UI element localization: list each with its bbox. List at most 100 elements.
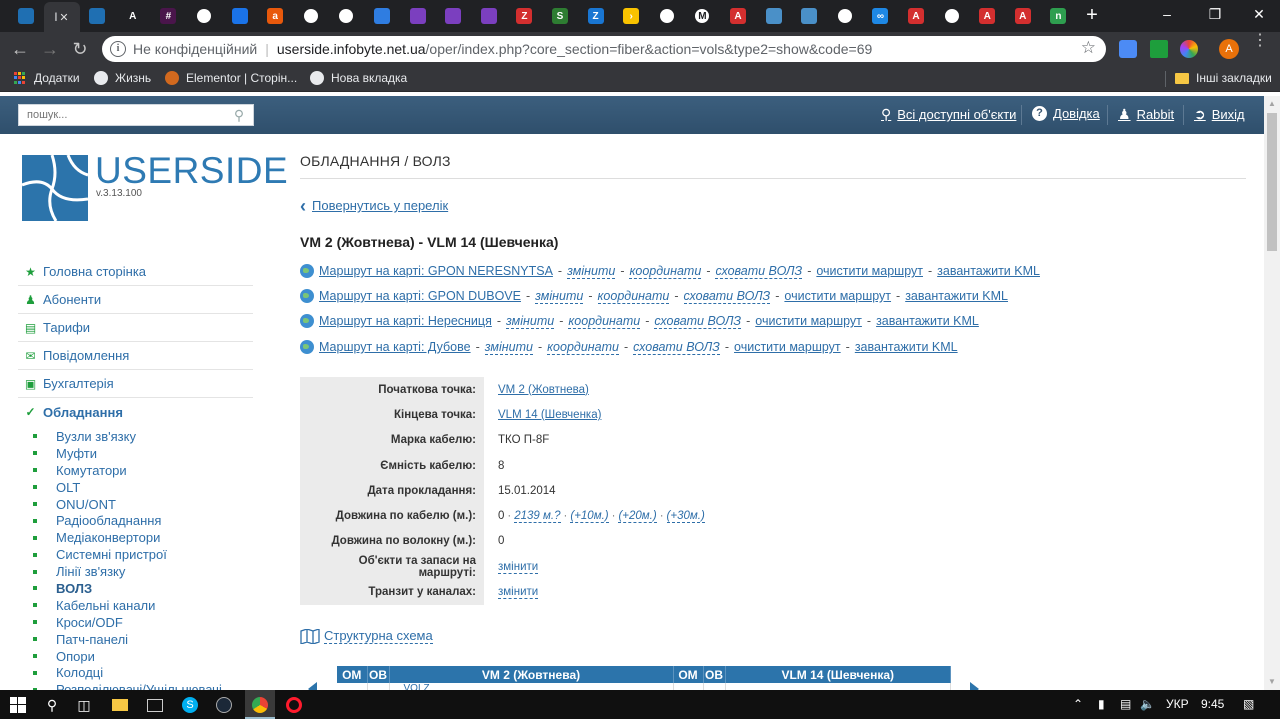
map-route-link[interactable]: Маршрут на карті: Дубове: [319, 340, 471, 354]
browser-tab[interactable]: [366, 3, 398, 29]
bookmark-new-tab[interactable]: Нова вкладка: [310, 71, 407, 85]
translate-extension-icon[interactable]: [1119, 40, 1137, 58]
plus20-link[interactable]: (+20м.): [618, 510, 657, 524]
sidebar-item-tariffs[interactable]: ▤ Тарифи: [18, 314, 253, 342]
coordinates-link[interactable]: координати: [597, 289, 670, 304]
terminal-icon[interactable]: [145, 695, 165, 715]
close-tab-icon[interactable]: ✕: [59, 11, 68, 24]
start-point-link[interactable]: VM 2 (Жовтнева): [498, 384, 589, 396]
logout-link[interactable]: ➲ Вихід: [1194, 106, 1245, 123]
download-kml-link[interactable]: завантажити KML: [905, 289, 1008, 303]
back-to-list-link[interactable]: ‹ Повернутись у перелік: [300, 197, 448, 215]
plus10-link[interactable]: (+10м.): [570, 510, 609, 524]
subnav-item[interactable]: Патч-панелі: [32, 631, 252, 648]
clear-route-link[interactable]: очистити маршрут: [734, 340, 841, 354]
new-tab-button[interactable]: +: [1082, 4, 1102, 28]
browser-tab[interactable]: A: [117, 3, 149, 29]
browser-tab[interactable]: [295, 3, 327, 29]
browser-tab[interactable]: [473, 3, 505, 29]
browser-tab[interactable]: [188, 3, 220, 29]
change-route-link[interactable]: змінити: [535, 289, 584, 304]
browser-tab[interactable]: A: [900, 3, 932, 29]
subnav-item[interactable]: Вузли зв'язку: [32, 428, 252, 445]
subnav-item[interactable]: OLT: [32, 479, 252, 496]
help-link[interactable]: ? Довідка: [1032, 106, 1100, 121]
browser-tab[interactable]: l ✕: [43, 2, 80, 32]
sidebar-item-equipment[interactable]: ✓ Обладнання: [18, 398, 253, 426]
search-input[interactable]: [19, 109, 227, 121]
sidebar-item-messages[interactable]: ✉ Повідомлення: [18, 342, 253, 370]
download-kml-link[interactable]: завантажити KML: [937, 264, 1040, 278]
reload-button[interactable]: ↻: [68, 37, 92, 61]
subnav-item[interactable]: Медіаконвертори: [32, 529, 252, 546]
hide-volz-link[interactable]: сховати ВОЛЗ: [715, 264, 803, 279]
browser-tab[interactable]: [936, 3, 968, 29]
browser-menu-icon[interactable]: ⋮: [1252, 33, 1268, 49]
back-button[interactable]: ←: [8, 37, 32, 61]
download-kml-link[interactable]: завантажити KML: [876, 314, 979, 328]
browser-tab[interactable]: [81, 3, 113, 29]
change-route-link[interactable]: змінити: [484, 340, 533, 355]
browser-tab[interactable]: [402, 3, 434, 29]
hide-volz-link[interactable]: сховати ВОЛЗ: [654, 314, 742, 329]
scrollbar-thumb[interactable]: [1267, 113, 1277, 251]
green-extension-icon[interactable]: [1150, 40, 1168, 58]
end-point-link[interactable]: VLM 14 (Шевченка): [498, 409, 601, 421]
subnav-item[interactable]: Системні пристрої: [32, 546, 252, 563]
chrome-icon[interactable]: [250, 695, 270, 715]
browser-tab[interactable]: ›: [615, 3, 647, 29]
coordinates-link[interactable]: координати: [629, 264, 702, 279]
browser-tab[interactable]: #: [152, 3, 184, 29]
browser-tab[interactable]: n: [1042, 3, 1074, 29]
subnav-item[interactable]: ONU/ONT: [32, 496, 252, 513]
structure-schema-link[interactable]: Структурна схема: [300, 628, 433, 644]
map-route-link[interactable]: Маршрут на карті: GPON NERESNYTSA: [319, 264, 553, 278]
subnav-item[interactable]: Лінії зв'язку: [32, 563, 252, 580]
subnav-item[interactable]: Комутатори: [32, 462, 252, 479]
forward-button[interactable]: →: [38, 37, 62, 61]
browser-tab[interactable]: [758, 3, 790, 29]
people-icon[interactable]: ▮: [1098, 697, 1105, 711]
tray-chevron-icon[interactable]: ⌃: [1073, 697, 1083, 711]
browser-tab[interactable]: ∞: [864, 3, 896, 29]
coordinates-link[interactable]: координати: [547, 340, 619, 355]
browser-tab[interactable]: [330, 3, 362, 29]
file-explorer-icon[interactable]: [110, 695, 130, 715]
maximize-button[interactable]: ❐: [1192, 0, 1238, 28]
bookmark-elementor[interactable]: Elementor | Сторін...: [165, 71, 297, 85]
network-icon[interactable]: ▤: [1120, 697, 1131, 711]
change-route-link[interactable]: змінити: [506, 314, 555, 329]
coordinates-link[interactable]: координати: [568, 314, 641, 329]
other-bookmarks[interactable]: Інші закладки: [1175, 71, 1272, 85]
browser-tab[interactable]: Z: [580, 3, 612, 29]
browser-tab[interactable]: [10, 3, 42, 29]
scroll-down-icon[interactable]: ▼: [1264, 674, 1280, 690]
plus30-link[interactable]: (+30м.): [666, 510, 705, 524]
bookmark-zhizn[interactable]: Жизнь: [94, 71, 151, 85]
steam-icon[interactable]: [214, 695, 234, 715]
all-objects-link[interactable]: ⚲ Всі доступні об'єкти: [881, 106, 1016, 123]
close-window-button[interactable]: ✕: [1236, 0, 1280, 28]
page-scrollbar[interactable]: ▲ ▼: [1264, 96, 1280, 690]
opera-icon[interactable]: [284, 695, 304, 715]
objects-change-link[interactable]: змінити: [498, 560, 539, 574]
subnav-item[interactable]: ВОЛЗ: [32, 580, 252, 597]
profile-avatar[interactable]: A: [1219, 39, 1239, 59]
clear-route-link[interactable]: очистити маршрут: [784, 289, 891, 303]
bookmark-apps[interactable]: Додатки: [14, 71, 80, 85]
subnav-item[interactable]: Опори: [32, 648, 252, 665]
sidebar-item-home[interactable]: ★ Головна сторінка: [18, 258, 253, 286]
windows-start-icon[interactable]: [8, 695, 28, 715]
info-icon[interactable]: i: [110, 41, 126, 57]
browser-tab[interactable]: Z: [508, 3, 540, 29]
browser-tab[interactable]: A: [971, 3, 1003, 29]
subnav-item[interactable]: Кабельні канали: [32, 597, 252, 614]
volume-icon[interactable]: 🔈: [1140, 697, 1155, 711]
notifications-icon[interactable]: ▧: [1243, 697, 1254, 711]
browser-tab[interactable]: M: [686, 3, 718, 29]
hide-volz-link[interactable]: сховати ВОЛЗ: [683, 289, 771, 304]
browser-tab[interactable]: A: [722, 3, 754, 29]
skype-icon[interactable]: S: [180, 695, 200, 715]
address-bar[interactable]: i Не конфіденційний | userside.infobyte.…: [102, 36, 1106, 62]
hide-volz-link[interactable]: сховати ВОЛЗ: [633, 340, 720, 355]
